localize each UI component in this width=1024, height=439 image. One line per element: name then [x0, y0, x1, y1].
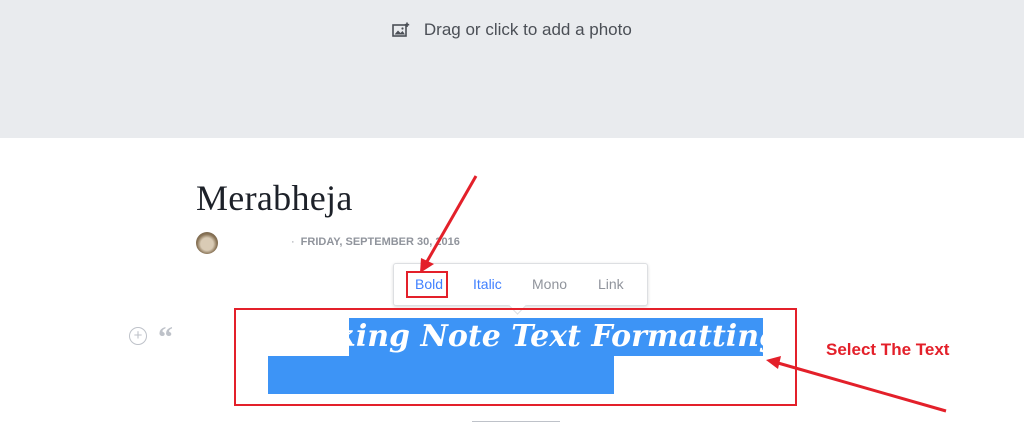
add-photo-label: Drag or click to add a photo: [423, 20, 632, 39]
note-title[interactable]: Merabheja: [196, 177, 353, 219]
divider: [472, 421, 560, 422]
link-button[interactable]: Link: [598, 276, 624, 292]
arrow-to-text: [777, 361, 947, 413]
meta-separator: ·: [291, 236, 295, 248]
arrow-to-bold: [423, 175, 478, 266]
quote-button[interactable]: “: [158, 323, 173, 353]
italic-button[interactable]: Italic: [473, 276, 502, 292]
annotation-label: Select The Text: [826, 340, 950, 359]
note-date: · FRIDAY, SEPTEMBER 30, 2016: [291, 236, 460, 248]
bold-highlight-box: [406, 271, 448, 298]
date-label: FRIDAY, SEPTEMBER 30, 2016: [300, 236, 460, 248]
add-block-button[interactable]: +: [129, 327, 147, 345]
cover-photo-area[interactable]: Drag or click to add a photo: [0, 0, 1024, 138]
avatar[interactable]: [196, 232, 218, 254]
mono-button[interactable]: Mono: [532, 276, 567, 292]
photo-add-icon: [392, 22, 410, 43]
text-highlight-box: [234, 308, 797, 406]
add-photo-prompt[interactable]: Drag or click to add a photo: [0, 20, 1024, 43]
